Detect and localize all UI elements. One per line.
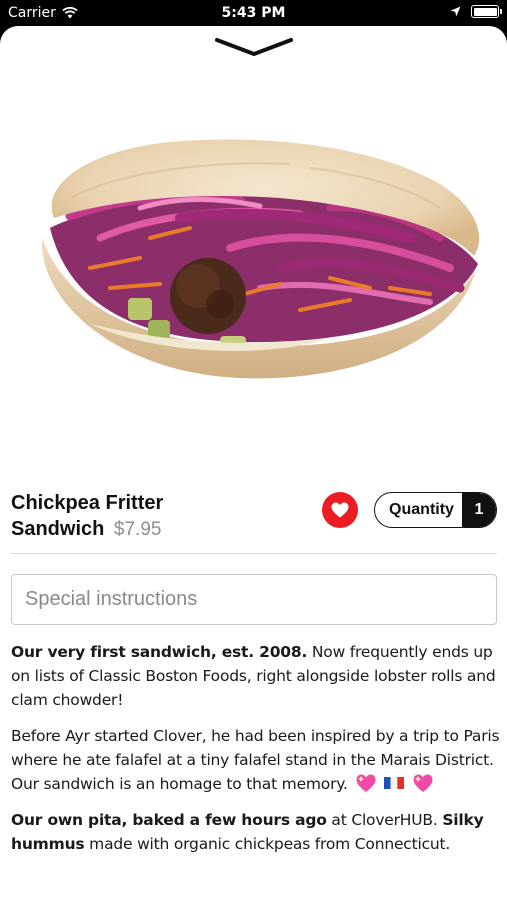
description-text: at CloverHUB. [326,811,443,829]
sparkling-heart-emoji [413,774,433,792]
item-header: Chickpea Fritter Sandwich $7.95 Quantity… [11,490,497,548]
quantity-selector[interactable]: Quantity 1 [374,492,497,528]
dismiss-button[interactable] [210,36,298,68]
divider [11,553,497,554]
quantity-label: Quantity [389,501,454,518]
france-flag-emoji [384,777,405,789]
status-right [450,5,502,18]
battery-icon [471,5,502,18]
description-paragraph-2: Before Ayr started Clover, he had been i… [11,724,501,796]
description-paragraph-3: Our own pita, baked a few hours ago at C… [11,808,501,856]
item-price: $7.95 [113,519,162,540]
description-paragraph-1: Our very first sandwich, est. 2008. Now … [11,640,501,712]
item-title: Chickpea Fritter Sandwich $7.95 [11,490,251,543]
favorite-button[interactable] [322,492,358,528]
chevron-down-icon [215,38,293,56]
status-bar: Carrier 5:43 PM [0,0,507,26]
status-time: 5:43 PM [221,5,286,21]
description-highlight: Our very first sandwich, est. 2008. [11,643,308,661]
special-instructions-input[interactable] [11,574,497,625]
heart-icon [331,502,349,518]
sparkling-heart-emoji [356,774,375,792]
item-description: Our very first sandwich, est. 2008. Now … [11,640,501,868]
quantity-count: 1 [462,493,496,527]
location-arrow-icon [450,6,461,17]
item-detail-sheet: Chickpea Fritter Sandwich $7.95 Quantity… [0,26,507,900]
description-text: made with organic chickpeas from Connect… [84,835,451,853]
sandwich-image [41,139,480,379]
description-highlight: Our own pita, baked a few hours ago [11,811,327,829]
